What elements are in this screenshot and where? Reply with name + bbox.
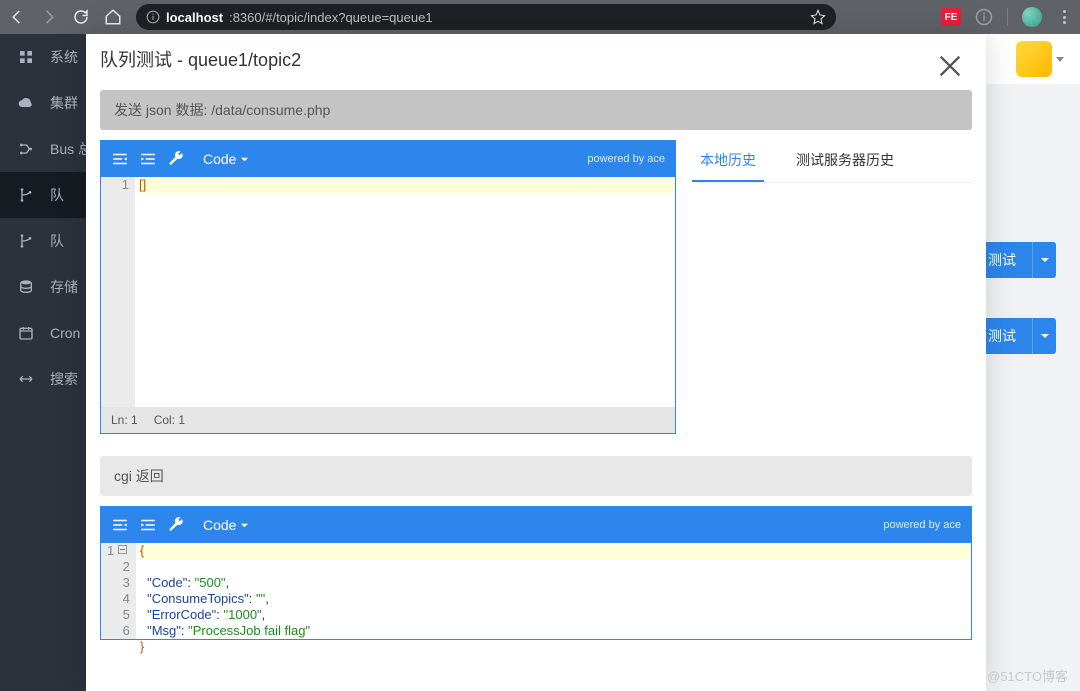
extension-badge[interactable]: FE [941,8,961,26]
close-button[interactable] [936,52,964,85]
cursor-col: Col: 1 [154,413,185,427]
indent-right-icon[interactable] [111,516,129,534]
sidebar-item-label: 搜索 [50,369,78,389]
indent-left-icon[interactable] [139,150,157,168]
user-menu-caret-icon[interactable] [1056,57,1064,62]
response-code-area[interactable]: 1 23456 { "Code": "500", "ConsumeTopics"… [101,543,971,639]
request-code-area[interactable]: 1 [] [101,177,675,407]
request-line-1: [] [139,177,675,193]
test-button-2-dropdown[interactable] [1032,318,1056,354]
wrench-icon[interactable] [167,516,185,534]
home-icon[interactable] [104,8,122,26]
back-icon[interactable] [8,8,26,26]
wrench-icon[interactable] [167,150,185,168]
user-avatar[interactable] [1016,41,1052,77]
code-mode-dropdown[interactable]: Code [203,151,249,167]
sidebar-item-label: 集群 [50,93,78,113]
response-code: { "Code": "500", "ConsumeTopics": "", "E… [136,543,971,639]
modal-title: 队列测试 - queue1/topic2 [100,46,972,72]
send-panel-header: 发送 json 数据: /data/consume.php [100,90,972,130]
sidebar-item-label: Cron [50,325,80,341]
test-button-1-dropdown[interactable] [1032,242,1056,278]
indent-right-icon[interactable] [111,150,129,168]
test-modal: 队列测试 - queue1/topic2 发送 json 数据: /data/c… [86,34,986,691]
sidebar-item-label: 队 [50,185,64,205]
powered-by-label: powered by ace [587,153,665,165]
fold-icon[interactable] [118,545,127,554]
response-editor: Code powered by ace 1 23456 { "Code": "5… [100,506,972,640]
tab-local-history[interactable]: 本地历史 [692,140,764,182]
cursor-line: Ln: 1 [111,413,138,427]
response-gutter: 1 23456 [101,543,136,639]
menu-dots-icon[interactable] [1056,9,1072,25]
response-editor-toolbar: Code powered by ace [101,507,971,543]
watermark: @51CTO博客 [987,666,1068,685]
sidebar-item-label: 存储 [50,277,78,297]
forward-icon[interactable] [40,8,58,26]
sidebar-item-label: 系统 [50,47,78,67]
url-host: localhost [166,10,223,25]
request-status-bar: Ln: 1 Col: 1 [101,407,675,433]
address-bar[interactable]: localhost :8360/#/topic/index?queue=queue… [136,4,836,30]
tab-server-history[interactable]: 测试服务器历史 [788,140,902,182]
request-gutter: 1 [101,177,135,407]
profile-avatar-icon[interactable] [1022,7,1042,27]
info-icon[interactable] [975,8,993,26]
request-editor-toolbar: Code powered by ace [101,141,675,177]
indent-left-icon[interactable] [139,516,157,534]
url-path: :8360/#/topic/index?queue=queue1 [229,10,433,25]
history-tabs: 本地历史 测试服务器历史 [692,140,972,434]
sidebar-item-label: 队 [50,231,64,251]
reload-icon[interactable] [72,8,90,26]
code-mode-dropdown[interactable]: Code [203,517,249,533]
request-editor: Code powered by ace 1 [] Ln: 1 Col: 1 [100,140,676,434]
cgi-panel-header: cgi 返回 [100,456,972,496]
browser-toolbar: localhost :8360/#/topic/index?queue=queue… [0,0,1080,34]
powered-by-label: powered by ace [883,519,961,531]
star-icon[interactable] [810,9,826,25]
site-info-icon[interactable] [146,10,160,24]
